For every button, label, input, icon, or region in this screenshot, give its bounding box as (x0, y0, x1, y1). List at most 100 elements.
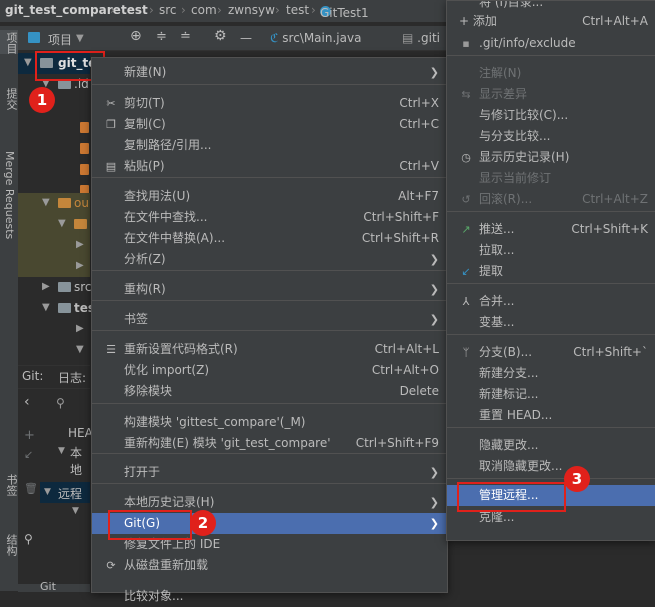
menu-item-shortcut: Ctrl+Alt+O (371, 363, 439, 377)
menu-item-label: 重置 HEAD... (479, 408, 553, 422)
project-view-selector[interactable]: 项目 (48, 31, 72, 48)
chevron-right-icon[interactable]: ▶ (76, 239, 84, 250)
git-menu-item[interactable]: ▪ .git/info/exclude (447, 33, 655, 54)
tree-row-test-child[interactable]: ▶ (18, 319, 90, 340)
annotation-badge-1: 1 (29, 87, 55, 113)
git-menu-item[interactable]: 重置 HEAD... (447, 405, 655, 426)
git-menu-item[interactable]: ◷ 显示历史记录(H) (447, 147, 655, 168)
context-menu-item[interactable]: 新建(N) ❯ (92, 62, 447, 83)
menu-separator (447, 478, 655, 479)
editor-tab-gitignore[interactable]: ▤ .giti (402, 31, 440, 45)
context-menu-item[interactable]: 构建模块 'gittest_compare'(_M) (92, 412, 447, 433)
git-menu-item[interactable]: ↙ 提取 (447, 261, 655, 282)
breadcrumb-project[interactable]: git_test_compare (5, 3, 121, 17)
context-menu-item[interactable]: ✂ 剪切(T) Ctrl+X (92, 93, 447, 114)
chevron-down-icon[interactable]: ▼ (42, 197, 50, 208)
chevron-down-icon[interactable]: ▼ (42, 302, 50, 313)
git-menu-item[interactable]: 与分支比较... (447, 126, 655, 147)
submenu-cut-item[interactable]: 将 (I)目录... (479, 1, 543, 9)
git-bottom-tab[interactable]: Git (40, 580, 56, 593)
editor-tab-main[interactable]: ℭ src\Main.java (270, 31, 361, 45)
tree-row-out-child[interactable]: ▶ (18, 235, 90, 256)
bookmarks-tool-button[interactable]: 书签 (3, 474, 19, 496)
git-menu-item[interactable]: 与修订比较(C)... (447, 105, 655, 126)
breadcrumb-com[interactable]: com (191, 3, 217, 17)
git-menu-item[interactable]: 新建分支... (447, 363, 655, 384)
context-menu-item[interactable]: 查找用法(U) Alt+F7 (92, 186, 447, 207)
git-log-tab[interactable]: 日志: (58, 369, 86, 386)
gear-icon[interactable]: ⚙ (214, 28, 227, 44)
chevron-down-icon[interactable]: ▼ (76, 344, 84, 355)
chevron-right-icon[interactable]: ▶ (76, 260, 84, 271)
menu-separator (92, 453, 447, 454)
paste-icon: ▤ (105, 160, 117, 173)
menu-item-label: 变基... (479, 315, 515, 329)
breadcrumb-zwnsyw[interactable]: zwnsyw (228, 3, 275, 17)
context-menu-item[interactable]: 重构(R) ❯ (92, 279, 447, 300)
tree-row-out-child[interactable]: ▶ (18, 256, 90, 277)
breadcrumb-sep: › (149, 3, 154, 17)
fetch-icon[interactable]: ↙ (24, 448, 33, 461)
config-file-icon[interactable] (80, 164, 89, 175)
tree-row-out-child[interactable]: ▼ (18, 214, 90, 235)
chevron-right-icon[interactable]: ▶ (76, 323, 84, 334)
collapse-all-icon[interactable]: ≐ (180, 29, 191, 44)
minimize-icon[interactable]: — (240, 31, 252, 45)
context-menu-item[interactable]: ▤ 粘贴(P) Ctrl+V (92, 156, 447, 177)
tree-row-src[interactable]: ▶ src (18, 277, 92, 298)
chevron-down-icon[interactable]: ▼ (58, 218, 66, 229)
config-file-icon[interactable] (80, 143, 89, 154)
tree-row-test[interactable]: ▼ tes (18, 298, 95, 319)
context-menu-item[interactable]: 优化 import(Z) Ctrl+Alt+O (92, 360, 447, 381)
breadcrumb-test[interactable]: test (286, 3, 309, 17)
context-menu-item[interactable]: 在文件中查找... Ctrl+Shift+F (92, 207, 447, 228)
context-menu-item[interactable]: ❐ 复制(C) Ctrl+C (92, 114, 447, 135)
delete-icon[interactable]: 🗑 (24, 482, 38, 495)
structure-tool-button[interactable]: 结构 (3, 534, 19, 556)
chevron-down-icon[interactable]: ▼ (24, 57, 32, 68)
git-menu-item[interactable]: ⅄ 合并... (447, 291, 655, 312)
context-menu-item[interactable]: ⟳ 从磁盘重新加载 (92, 555, 447, 576)
chevron-down-icon[interactable]: ▼ (44, 487, 51, 497)
merge-requests-tool-button[interactable]: Merge Requests (3, 151, 16, 239)
git-remote-row[interactable]: 远程 ▼ (40, 482, 90, 503)
locate-icon[interactable]: ⊕ (130, 28, 142, 44)
breadcrumb-src[interactable]: src (159, 3, 177, 17)
copy-icon: ❐ (106, 118, 116, 131)
git-menu-item[interactable]: 拉取... (447, 240, 655, 261)
commit-tool-button[interactable]: 提交 (3, 88, 19, 110)
context-menu-item[interactable]: 在文件中替换(A)... Ctrl+Shift+R (92, 228, 447, 249)
search-icon[interactable]: ⚲ (56, 396, 65, 410)
context-menu-item[interactable]: 分析(Z) ❯ (92, 249, 447, 270)
context-menu-item[interactable]: 书签 ❯ (92, 309, 447, 330)
context-menu-item[interactable]: 比较对象... (92, 586, 447, 607)
tree-row-out[interactable]: ▼ ou (18, 193, 90, 214)
project-tool-button[interactable]: 项目 (3, 32, 19, 54)
context-menu-item[interactable]: 移除模块 Delete (92, 381, 447, 402)
file-icon: ▤ (402, 31, 414, 45)
git-menu-item[interactable]: + 添加 Ctrl+Alt+A (447, 11, 655, 32)
git-menu-item[interactable]: ↗ 推送... Ctrl+Shift+K (447, 219, 655, 240)
context-menu-item[interactable]: 重新构建(E) 模块 'git_test_compare' Ctrl+Shift+… (92, 433, 447, 454)
search-icon[interactable]: ⚲ (24, 532, 33, 546)
git-menu-item[interactable]: ᛘ 分支(B)... Ctrl+Shift+` (447, 342, 655, 363)
chevron-down-icon[interactable]: ▼ (58, 446, 65, 456)
context-menu-item[interactable]: ☰ 重新设置代码格式(R) Ctrl+Alt+L (92, 339, 447, 360)
config-file-icon[interactable] (80, 122, 89, 133)
editor-tab-main-label: src\Main.java (282, 31, 362, 45)
git-menu-item[interactable]: 隐藏更改... (447, 435, 655, 456)
breadcrumb-module[interactable]: test (121, 3, 148, 17)
git-menu-item[interactable]: 新建标记... (447, 384, 655, 405)
git-menu-item[interactable]: 取消隐藏更改... (447, 456, 655, 477)
chevron-down-icon[interactable]: ▼ (76, 33, 84, 44)
chevron-left-icon[interactable]: ‹ (24, 394, 30, 410)
expand-all-icon[interactable]: ≑ (156, 29, 167, 44)
context-menu-item[interactable]: 复制路径/引用... (92, 135, 447, 156)
tree-row-test-child[interactable]: ▼ (18, 340, 90, 361)
context-menu-item[interactable]: 打开于 ❯ (92, 462, 447, 483)
chevron-down-icon[interactable]: ▼ (72, 506, 79, 516)
git-menu-item[interactable]: 变基... (447, 312, 655, 333)
add-icon[interactable]: + (24, 428, 35, 443)
menu-item-label: 优化 import(Z) (124, 363, 210, 377)
chevron-right-icon[interactable]: ▶ (42, 281, 50, 292)
